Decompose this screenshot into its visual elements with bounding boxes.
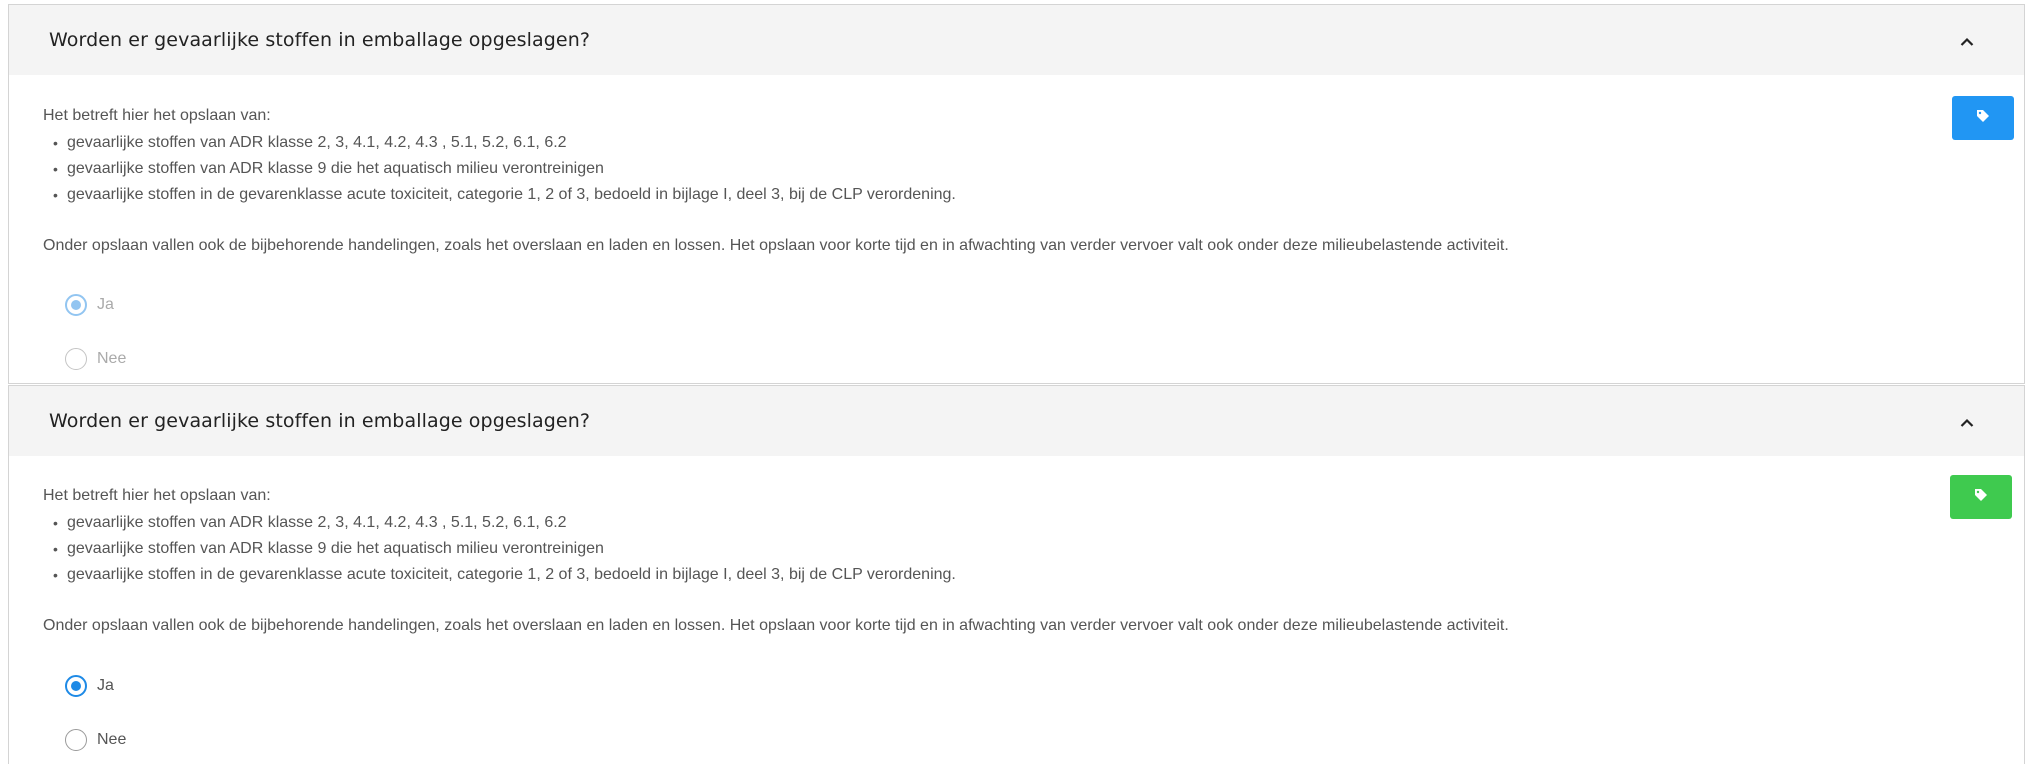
radio-label: Nee <box>97 731 127 748</box>
chevron-up-icon[interactable] <box>1956 31 1978 53</box>
list-item: gevaarlijke stoffen in de gevarenklasse … <box>53 562 956 588</box>
list-item: gevaarlijke stoffen in de gevarenklasse … <box>53 182 956 208</box>
question-note: Onder opslaan vallen ook de bijbehorende… <box>43 237 1509 254</box>
radio-label: Ja <box>97 296 114 313</box>
radio-button[interactable] <box>65 348 87 370</box>
radio-button[interactable] <box>65 675 87 697</box>
question-title: Worden er gevaarlijke stoffen in emballa… <box>49 410 591 432</box>
question-intro: Het betreft hier het opslaan van: <box>43 487 271 504</box>
list-item: gevaarlijke stoffen van ADR klasse 9 die… <box>53 156 956 182</box>
tag-icon <box>1974 488 1988 507</box>
chevron-up-icon[interactable] <box>1956 412 1978 434</box>
question-panel: Worden er gevaarlijke stoffen in emballa… <box>8 4 2025 384</box>
radio-label: Ja <box>97 677 114 694</box>
radio-button[interactable] <box>65 294 87 316</box>
radio-label: Nee <box>97 350 127 367</box>
criteria-list: gevaarlijke stoffen van ADR klasse 2, 3,… <box>43 510 956 588</box>
list-item: gevaarlijke stoffen van ADR klasse 9 die… <box>53 536 956 562</box>
tag-button[interactable] <box>1952 96 2014 140</box>
radio-button[interactable] <box>65 729 87 751</box>
list-item: gevaarlijke stoffen van ADR klasse 2, 3,… <box>53 510 956 536</box>
panel-header[interactable]: Worden er gevaarlijke stoffen in emballa… <box>9 386 2024 456</box>
radio-option-ja[interactable]: Ja <box>65 675 114 697</box>
question-panel: Worden er gevaarlijke stoffen in emballa… <box>8 385 2025 764</box>
criteria-list: gevaarlijke stoffen van ADR klasse 2, 3,… <box>43 130 956 208</box>
list-item: gevaarlijke stoffen van ADR klasse 2, 3,… <box>53 130 956 156</box>
question-title: Worden er gevaarlijke stoffen in emballa… <box>49 29 591 51</box>
tag-button[interactable] <box>1950 475 2012 519</box>
radio-option-ja[interactable]: Ja <box>65 294 114 316</box>
question-note: Onder opslaan vallen ook de bijbehorende… <box>43 617 1509 634</box>
radio-option-nee[interactable]: Nee <box>65 729 126 751</box>
panel-header[interactable]: Worden er gevaarlijke stoffen in emballa… <box>9 5 2024 75</box>
tag-icon <box>1976 109 1990 128</box>
question-intro: Het betreft hier het opslaan van: <box>43 107 271 124</box>
radio-option-nee[interactable]: Nee <box>65 348 126 370</box>
